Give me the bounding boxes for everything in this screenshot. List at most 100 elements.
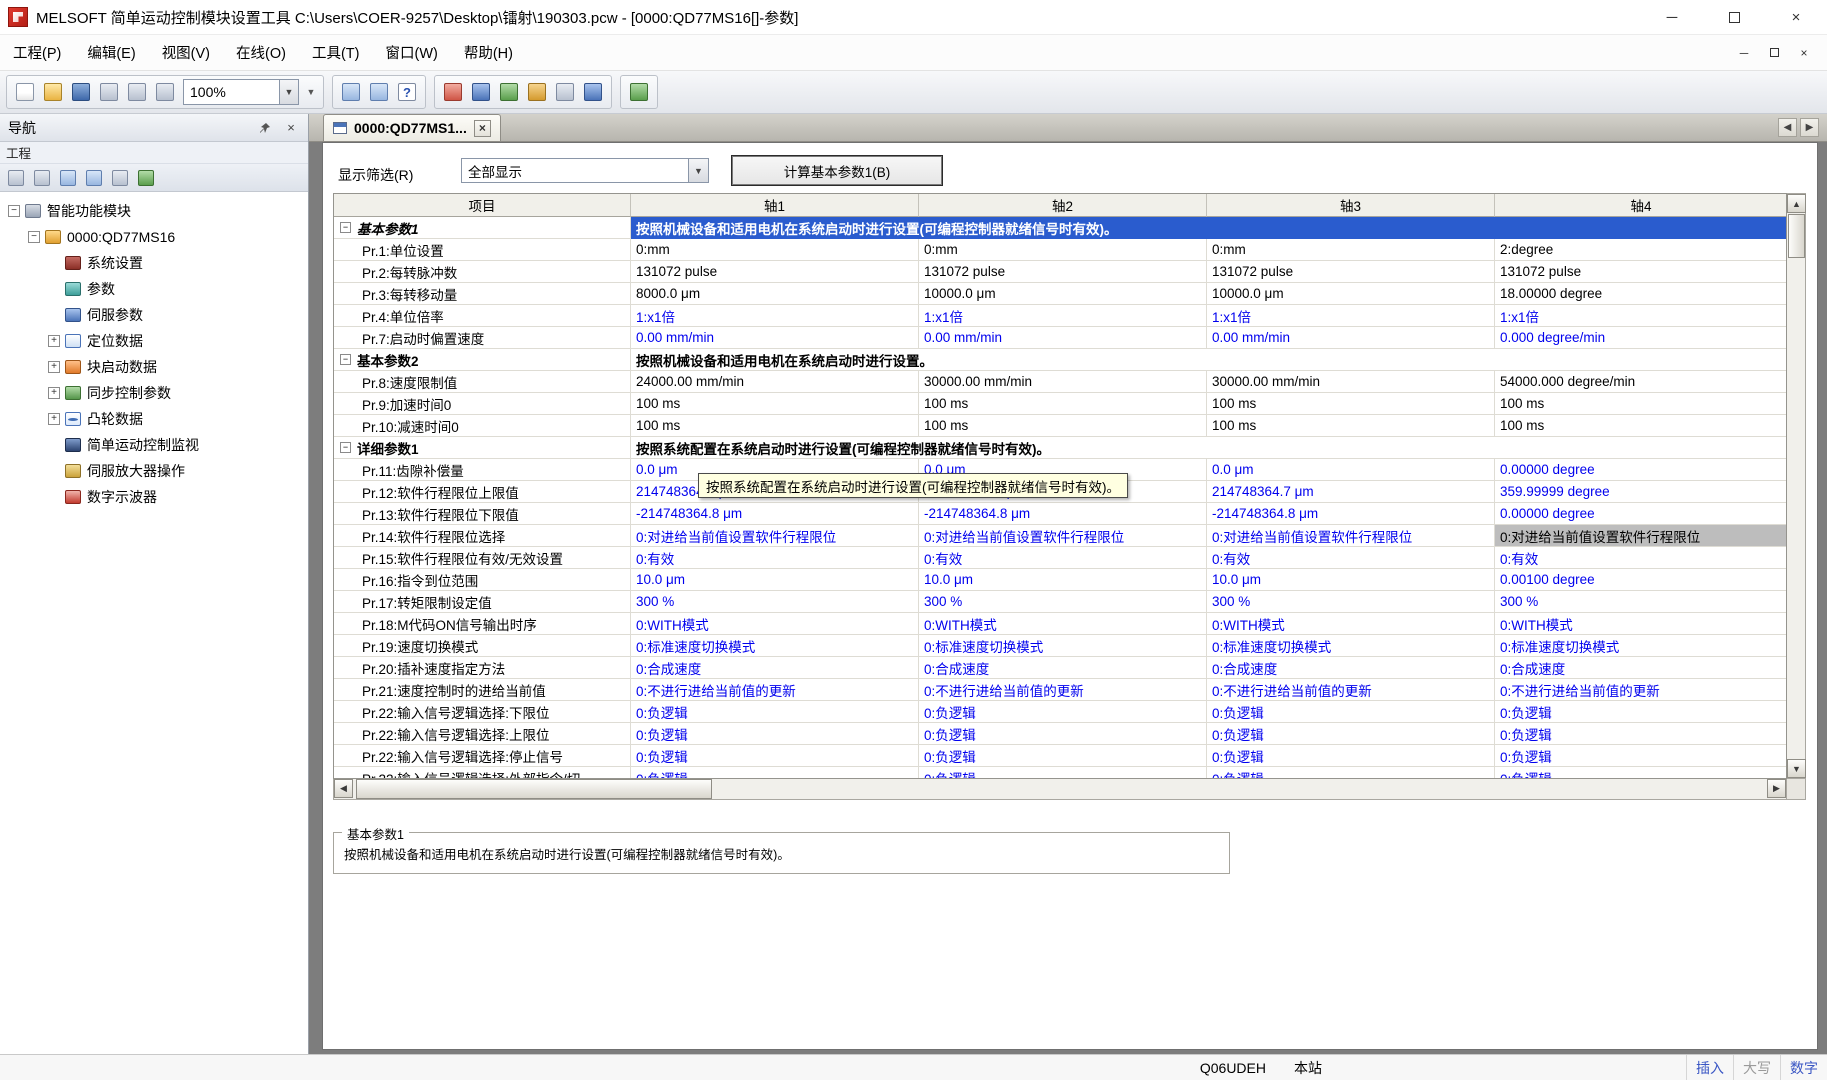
row-item-cell[interactable]: Pr.2:每转脉冲数 bbox=[334, 261, 631, 283]
tree-item[interactable]: 伺服参数 bbox=[0, 302, 308, 328]
value-cell[interactable]: 0:有效 bbox=[919, 547, 1207, 569]
tree-expander-icon[interactable]: − bbox=[28, 231, 40, 243]
value-cell[interactable]: 10.0 μm bbox=[919, 569, 1207, 591]
module-write-icon[interactable] bbox=[124, 79, 150, 105]
value-cell[interactable]: 100 ms bbox=[631, 415, 919, 437]
value-cell[interactable]: -214748364.8 μm bbox=[1207, 503, 1495, 525]
value-cell[interactable]: 0:负逻辑 bbox=[919, 723, 1207, 745]
value-cell[interactable]: 0:负逻辑 bbox=[919, 767, 1207, 779]
value-cell[interactable]: 100 ms bbox=[1495, 415, 1787, 437]
calculate-basic-parameters-button[interactable]: 计算基本参数1(B) bbox=[731, 155, 943, 186]
window-minimize-button[interactable]: ─ bbox=[1641, 0, 1703, 34]
child-restore-button[interactable] bbox=[1761, 42, 1787, 64]
row-item-cell[interactable]: Pr.11:齿隙补偿量 bbox=[334, 459, 631, 481]
value-cell[interactable]: 0:对进给当前值设置软件行程限位 bbox=[631, 525, 919, 547]
write-to-module-icon[interactable] bbox=[440, 79, 466, 105]
value-cell[interactable]: 18.00000 degree bbox=[1495, 283, 1787, 305]
tree-expander-icon[interactable]: + bbox=[48, 413, 60, 425]
value-cell[interactable]: 0.00000 degree bbox=[1495, 503, 1787, 525]
scroll-down-icon[interactable]: ▼ bbox=[1787, 759, 1806, 778]
row-item-cell[interactable]: −基本参数1 bbox=[334, 217, 631, 239]
value-cell[interactable]: 0:负逻辑 bbox=[919, 745, 1207, 767]
value-cell[interactable]: 0:有效 bbox=[631, 547, 919, 569]
row-item-cell[interactable]: Pr.22:输入信号逻辑选择:下限位 bbox=[334, 701, 631, 723]
row-item-cell[interactable]: −基本参数2 bbox=[334, 349, 631, 371]
tree-item[interactable]: 系统设置 bbox=[0, 250, 308, 276]
servo-amplifier-axis-icon[interactable] bbox=[626, 79, 652, 105]
value-cell[interactable]: 100 ms bbox=[1495, 393, 1787, 415]
value-cell[interactable]: 1:x1倍 bbox=[1495, 305, 1787, 327]
toolbar-overflow-icon[interactable]: ▼ bbox=[304, 79, 318, 105]
group-expander-icon[interactable]: − bbox=[340, 354, 351, 365]
display-filter-select[interactable]: 全部显示 ▼ bbox=[461, 158, 709, 183]
tab-close-icon[interactable]: × bbox=[474, 120, 491, 137]
pin-icon[interactable] bbox=[256, 119, 274, 137]
value-cell[interactable]: 0.00 mm/min bbox=[919, 327, 1207, 349]
value-cell[interactable]: 0.00100 degree bbox=[1495, 569, 1787, 591]
tree-item[interactable]: −智能功能模块 bbox=[0, 198, 308, 224]
row-item-cell[interactable]: Pr.17:转矩限制设定值 bbox=[334, 591, 631, 613]
value-cell[interactable]: 359.99999 degree bbox=[1495, 481, 1787, 503]
child-close-button[interactable]: × bbox=[1791, 42, 1817, 64]
value-cell[interactable]: 0:对进给当前值设置软件行程限位 bbox=[919, 525, 1207, 547]
tree-item[interactable]: 简单运动控制监视 bbox=[0, 432, 308, 458]
open-project-icon[interactable] bbox=[40, 79, 66, 105]
tree-expander-icon[interactable]: + bbox=[48, 361, 60, 373]
value-cell[interactable]: 0:mm bbox=[919, 239, 1207, 261]
value-cell[interactable]: 24000.00 mm/min bbox=[631, 371, 919, 393]
collapse-all-icon[interactable] bbox=[83, 167, 105, 189]
value-cell[interactable]: 100 ms bbox=[1207, 393, 1495, 415]
value-cell[interactable]: 0:不进行进给当前值的更新 bbox=[631, 679, 919, 701]
value-cell[interactable]: 131072 pulse bbox=[919, 261, 1207, 283]
intelligent-module-icon[interactable] bbox=[338, 79, 364, 105]
zoom-select[interactable]: 100%▼ bbox=[183, 79, 299, 105]
value-cell[interactable]: 100 ms bbox=[1207, 415, 1495, 437]
tree-item[interactable]: 伺服放大器操作 bbox=[0, 458, 308, 484]
vertical-scrollbar-thumb[interactable] bbox=[1788, 214, 1805, 258]
module-list-icon[interactable] bbox=[109, 167, 131, 189]
value-cell[interactable]: 0:标准速度切换模式 bbox=[631, 635, 919, 657]
menu-item[interactable]: 在线(O) bbox=[223, 35, 299, 70]
row-item-cell[interactable]: Pr.13:软件行程限位下限值 bbox=[334, 503, 631, 525]
new-project-icon[interactable] bbox=[12, 79, 38, 105]
value-cell[interactable]: 0:合成速度 bbox=[631, 657, 919, 679]
menu-item[interactable]: 工具(T) bbox=[299, 35, 373, 70]
value-cell[interactable]: 8000.0 μm bbox=[631, 283, 919, 305]
module-read-icon[interactable] bbox=[96, 79, 122, 105]
sort-icon[interactable] bbox=[31, 167, 53, 189]
value-cell[interactable]: 0:不进行进给当前值的更新 bbox=[1495, 679, 1787, 701]
value-cell[interactable]: 30000.00 mm/min bbox=[919, 371, 1207, 393]
value-cell[interactable]: 131072 pulse bbox=[631, 261, 919, 283]
child-minimize-button[interactable]: ─ bbox=[1731, 42, 1757, 64]
save-project-icon[interactable] bbox=[68, 79, 94, 105]
value-cell[interactable]: 0.00 mm/min bbox=[1207, 327, 1495, 349]
help-icon[interactable] bbox=[394, 79, 420, 105]
value-cell[interactable]: 10.0 μm bbox=[631, 569, 919, 591]
value-cell[interactable]: 0:合成速度 bbox=[919, 657, 1207, 679]
value-cell[interactable]: 10.0 μm bbox=[1207, 569, 1495, 591]
row-item-cell[interactable]: Pr.18:M代码ON信号输出时序 bbox=[334, 613, 631, 635]
row-item-cell[interactable]: Pr.22:输入信号逻辑选择:上限位 bbox=[334, 723, 631, 745]
row-item-cell[interactable]: Pr.22:输入信号逻辑选择:停止信号 bbox=[334, 745, 631, 767]
value-cell[interactable]: 0:标准速度切换模式 bbox=[919, 635, 1207, 657]
value-cell[interactable]: 0:标准速度切换模式 bbox=[1495, 635, 1787, 657]
value-cell[interactable]: 0.000 degree/min bbox=[1495, 327, 1787, 349]
tree-item[interactable]: +定位数据 bbox=[0, 328, 308, 354]
value-cell[interactable]: 0:mm bbox=[1207, 239, 1495, 261]
row-item-cell[interactable]: Pr.7:启动时偏置速度 bbox=[334, 327, 631, 349]
window-maximize-button[interactable] bbox=[1703, 0, 1765, 34]
group-description-cell[interactable]: 按照机械设备和适用电机在系统启动时进行设置。 bbox=[631, 349, 1787, 371]
value-cell[interactable]: 0:负逻辑 bbox=[631, 767, 919, 779]
scroll-up-icon[interactable]: ▲ bbox=[1787, 194, 1806, 213]
row-item-cell[interactable]: Pr.3:每转移动量 bbox=[334, 283, 631, 305]
value-cell[interactable]: 0:合成速度 bbox=[1207, 657, 1495, 679]
positioning-monitor-icon[interactable] bbox=[580, 79, 606, 105]
value-cell[interactable]: 0:负逻辑 bbox=[1495, 723, 1787, 745]
circuit-trace-icon[interactable] bbox=[366, 79, 392, 105]
value-cell[interactable]: 1:x1倍 bbox=[919, 305, 1207, 327]
row-item-cell[interactable]: Pr.4:单位倍率 bbox=[334, 305, 631, 327]
tab-scroll-right-icon[interactable]: ▶ bbox=[1800, 118, 1819, 137]
menu-item[interactable]: 帮助(H) bbox=[451, 35, 526, 70]
window-close-button[interactable]: × bbox=[1765, 0, 1827, 34]
scroll-left-icon[interactable]: ◀ bbox=[334, 779, 353, 798]
